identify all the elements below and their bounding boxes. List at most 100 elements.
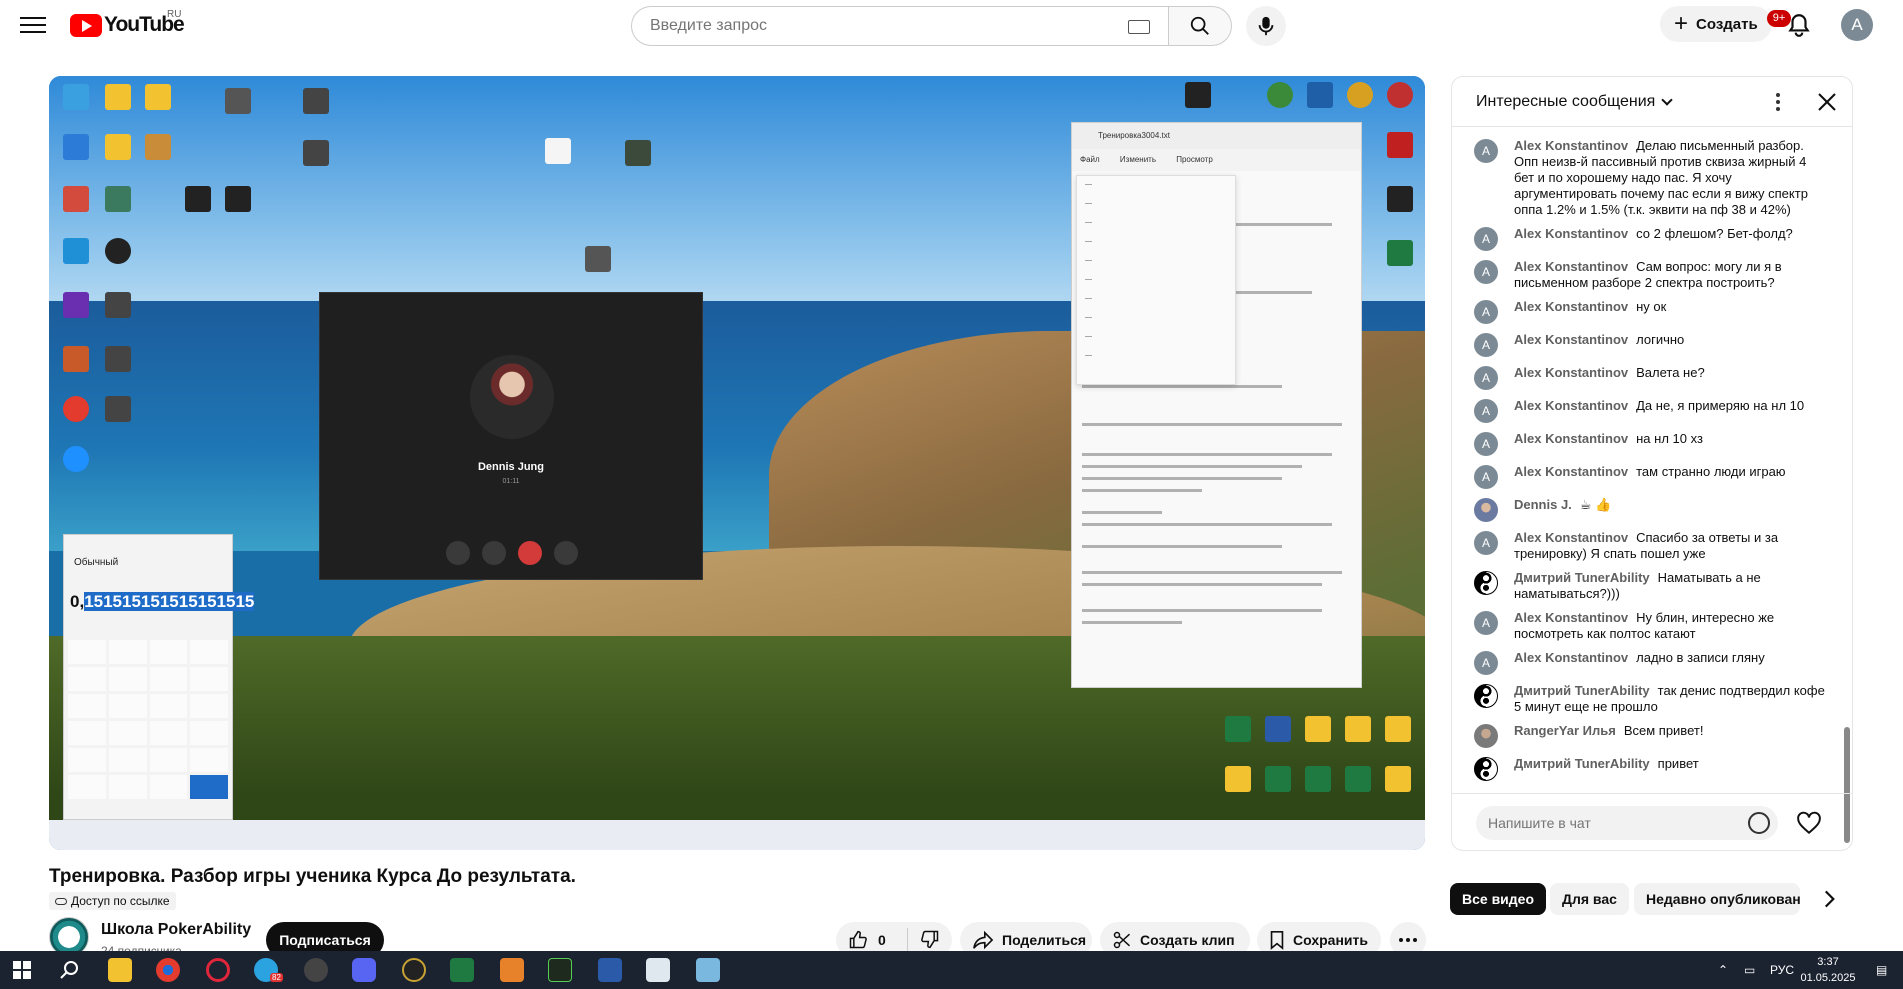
chevron-down-icon[interactable] <box>1661 93 1673 106</box>
chat-author-avatar[interactable]: A <box>1474 531 1498 555</box>
notification-count-badge: 9+ <box>1767 10 1791 27</box>
chat-author-avatar[interactable]: A <box>1474 333 1498 357</box>
chat-author-name[interactable]: Дмитрий TunerAbility <box>1514 570 1650 585</box>
chat-author-avatar[interactable]: A <box>1474 432 1498 456</box>
taskbar-search-icon[interactable] <box>58 958 82 982</box>
emoji-icon[interactable] <box>1748 812 1770 834</box>
chat-input[interactable] <box>1476 806 1778 840</box>
chat-author-avatar[interactable]: A <box>1474 300 1498 324</box>
file-explorer-icon[interactable] <box>108 958 132 982</box>
chat-author-avatar[interactable]: A <box>1474 611 1498 635</box>
desktop-icon <box>105 292 131 318</box>
chat-author-name[interactable]: Alex Konstantinov <box>1514 299 1628 314</box>
chat-scrollbar[interactable] <box>1843 135 1851 843</box>
chat-author-name[interactable]: Alex Konstantinov <box>1514 431 1628 446</box>
search-box[interactable] <box>631 6 1168 46</box>
account-avatar[interactable]: A <box>1841 9 1873 41</box>
chat-author-avatar[interactable]: A <box>1474 139 1498 163</box>
tray-chevron-icon[interactable]: ⌃ <box>1718 951 1728 989</box>
desktop-icon <box>1387 186 1413 212</box>
network-icon[interactable]: ▭ <box>1744 951 1755 989</box>
chat-author-name[interactable]: Dennis J. <box>1514 497 1572 512</box>
create-button[interactable]: + Создать <box>1660 6 1772 42</box>
chat-author-name[interactable]: Alex Konstantinov <box>1514 610 1628 625</box>
system-clock[interactable]: 3:37 01.05.2025 <box>1795 954 1861 986</box>
chat-author-name[interactable]: Alex Konstantinov <box>1514 138 1628 153</box>
like-count: 0 <box>878 932 886 948</box>
calc-key <box>68 667 106 691</box>
chip-recently-uploaded[interactable]: Недавно опубликованные <box>1634 883 1800 915</box>
desktop-icon <box>105 186 131 212</box>
calculator-icon[interactable] <box>598 958 622 982</box>
chip-all-videos[interactable]: Все видео <box>1450 883 1547 915</box>
chat-author-avatar[interactable] <box>1474 724 1498 748</box>
voice-search-button[interactable] <box>1246 6 1286 46</box>
notification-center-icon[interactable]: ▤ <box>1876 951 1887 989</box>
search-button[interactable] <box>1168 6 1232 46</box>
chat-message-body: Alex Konstantinov Сам вопрос: могу ли я в… <box>1514 259 1826 291</box>
chat-author-name[interactable]: Alex Konstantinov <box>1514 259 1628 274</box>
screen-share-icon <box>446 541 470 565</box>
video-off-icon <box>482 541 506 565</box>
chat-author-name[interactable]: Alex Konstantinov <box>1514 530 1628 545</box>
menu-icon[interactable] <box>20 14 46 34</box>
thumbs-down-icon <box>921 930 939 948</box>
folder-icon <box>1345 716 1371 742</box>
channel-name[interactable]: Школа PokerAbility <box>101 921 251 939</box>
chat-author-avatar[interactable]: A <box>1474 399 1498 423</box>
chat-author-name[interactable]: Alex Konstantinov <box>1514 226 1628 241</box>
notepad-text-line <box>1082 477 1282 480</box>
chrome-icon[interactable] <box>156 958 180 982</box>
keyboard-icon[interactable] <box>1128 20 1150 34</box>
handbrake-icon <box>63 346 89 372</box>
app-icon[interactable] <box>402 958 426 982</box>
chat-author-name[interactable]: Alex Konstantinov <box>1514 398 1628 413</box>
chat-author-avatar[interactable]: A <box>1474 465 1498 489</box>
obs-icon[interactable] <box>304 958 328 982</box>
calc-key <box>149 748 188 772</box>
chat-author-name[interactable]: Alex Konstantinov <box>1514 464 1628 479</box>
close-icon[interactable] <box>1817 92 1837 112</box>
windows-start-icon[interactable] <box>10 958 34 982</box>
chat-author-name[interactable]: Дмитрий TunerAbility <box>1514 683 1650 698</box>
heart-icon[interactable] <box>1796 810 1822 836</box>
like-button[interactable]: 0 <box>836 928 908 952</box>
chat-author-avatar[interactable]: A <box>1474 227 1498 251</box>
app-icon[interactable] <box>696 958 720 982</box>
chat-options-icon[interactable] <box>1776 93 1780 111</box>
excel-icon <box>1225 716 1251 742</box>
chat-author-avatar[interactable]: A <box>1474 651 1498 675</box>
dislike-button[interactable] <box>908 929 940 952</box>
desktop-icon <box>1267 82 1293 108</box>
app-icon[interactable] <box>646 958 670 982</box>
excel-icon[interactable] <box>450 958 474 982</box>
app-icon[interactable] <box>548 958 572 982</box>
app-icon[interactable] <box>500 958 524 982</box>
calculator-display-prefix: 0, <box>70 592 85 611</box>
chip-for-you[interactable]: Для вас <box>1550 883 1629 915</box>
chat-author-name[interactable]: RangerYar Илья <box>1514 723 1616 738</box>
calc-key <box>108 667 147 691</box>
search-input[interactable] <box>650 17 1090 35</box>
calc-key <box>108 640 147 664</box>
chat-author-name[interactable]: Дмитрий TunerAbility <box>1514 756 1650 771</box>
menu-line: — <box>1085 219 1092 226</box>
chat-author-avatar[interactable] <box>1474 684 1498 708</box>
chat-mode-selector[interactable]: Интересные сообщения <box>1476 93 1655 111</box>
chat-author-name[interactable]: Alex Konstantinov <box>1514 332 1628 347</box>
create-clip-label: Создать клип <box>1140 932 1235 948</box>
chat-author-avatar[interactable] <box>1474 498 1498 522</box>
chat-author-name[interactable]: Alex Konstantinov <box>1514 365 1628 380</box>
input-language[interactable]: РУС <box>1770 951 1794 989</box>
discord-icon[interactable] <box>352 958 376 982</box>
chevron-right-icon[interactable] <box>1816 886 1842 912</box>
chat-author-name[interactable]: Alex Konstantinov <box>1514 650 1628 665</box>
chat-message: Дмитрий TunerAbility Наматывать а не нама… <box>1452 566 1842 606</box>
chat-author-avatar[interactable]: A <box>1474 366 1498 390</box>
chat-author-avatar[interactable]: A <box>1474 260 1498 284</box>
video-player[interactable]: Dennis Jung 01:11 Тренировка3004.txt Фай… <box>49 76 1425 850</box>
opera-icon[interactable] <box>206 958 230 982</box>
chat-author-avatar[interactable] <box>1474 571 1498 595</box>
link-icon <box>55 897 67 905</box>
chat-author-avatar[interactable] <box>1474 757 1498 781</box>
